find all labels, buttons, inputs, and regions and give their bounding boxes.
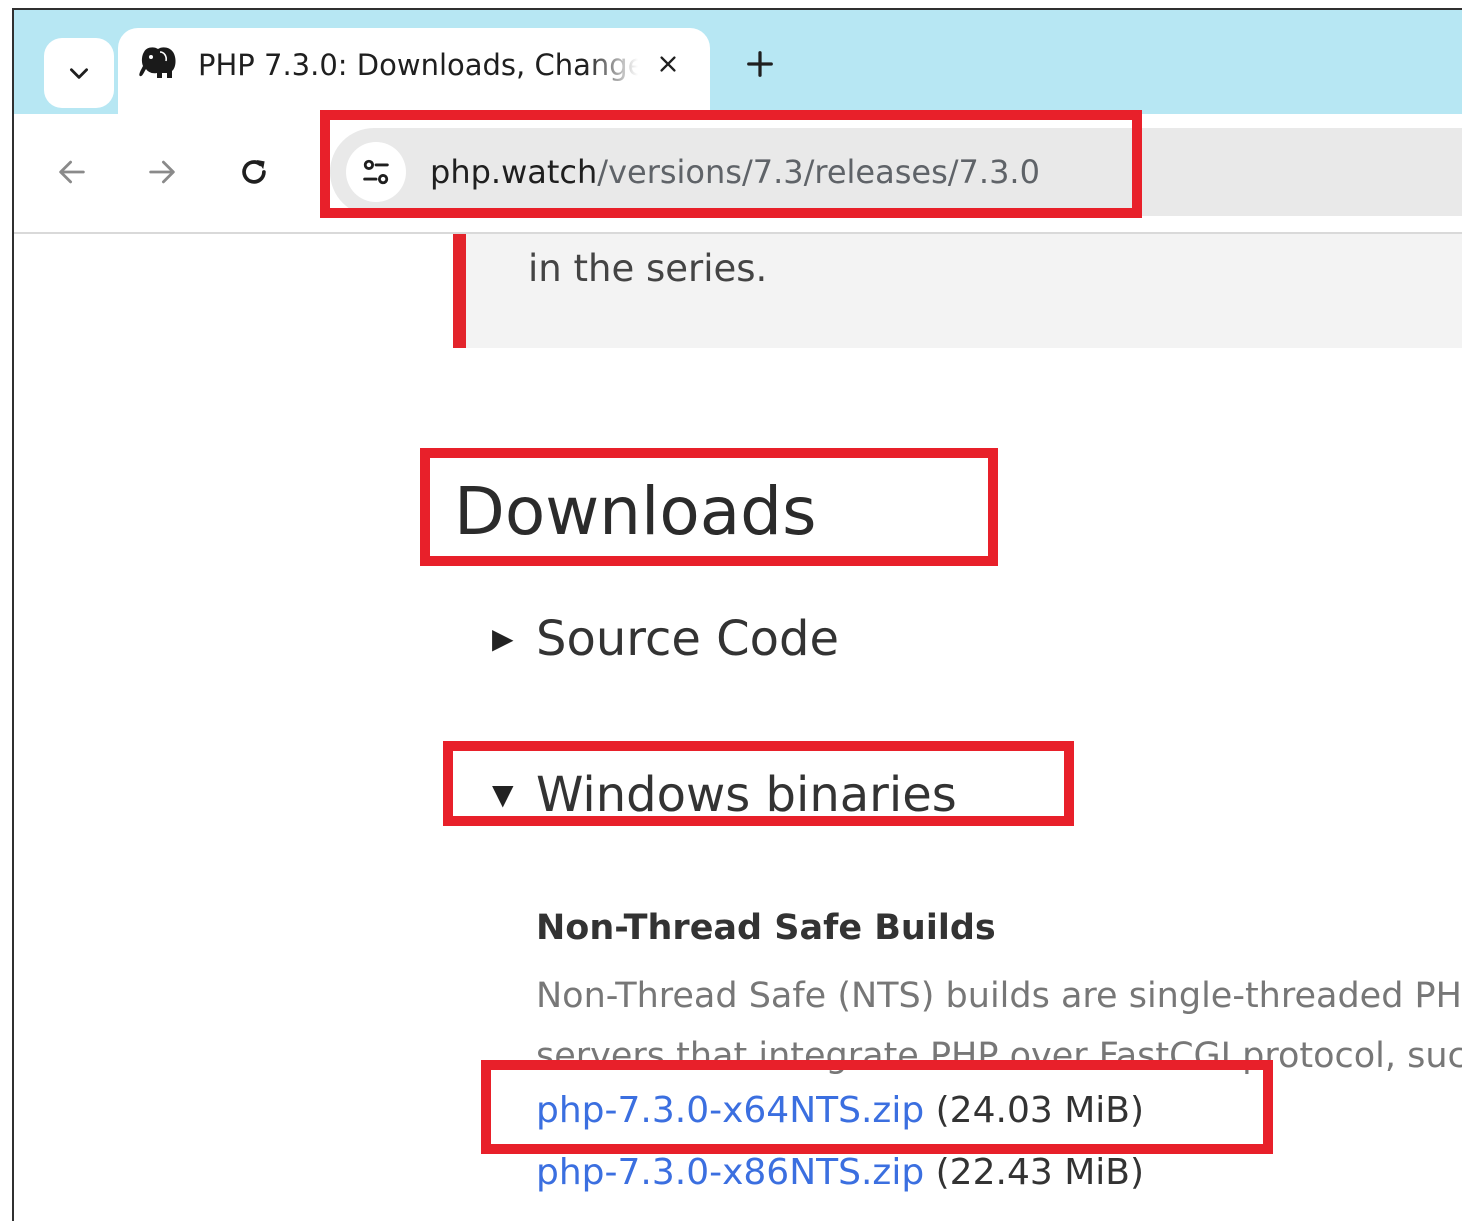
download-link-x64[interactable]: php-7.3.0-x64NTS.zip bbox=[536, 1090, 924, 1131]
new-tab-button[interactable] bbox=[738, 42, 782, 86]
page-content: in the series. Downloads ▶ Source Code ▼… bbox=[14, 234, 1462, 1221]
nts-builds-title: Non-Thread Safe Builds bbox=[536, 908, 996, 948]
arrow-left-icon bbox=[59, 160, 85, 184]
source-code-label: Source Code bbox=[536, 611, 839, 667]
tab-title: PHP 7.3.0: Downloads, Changelog bbox=[198, 48, 638, 82]
php-elephant-icon bbox=[139, 47, 176, 78]
triangle-right-icon: ▶ bbox=[492, 622, 514, 655]
download-link-x86[interactable]: php-7.3.0-x86NTS.zip bbox=[536, 1152, 924, 1193]
tab-search-button[interactable] bbox=[44, 38, 114, 108]
url-host: php.watch bbox=[430, 153, 598, 191]
source-code-toggle[interactable]: ▶ Source Code bbox=[492, 608, 839, 670]
window-border bbox=[12, 8, 1462, 10]
back-button[interactable] bbox=[46, 146, 98, 198]
tune-icon bbox=[363, 159, 389, 185]
reload-icon bbox=[242, 159, 266, 184]
nts-builds-description: Non-Thread Safe (NTS) builds are single-… bbox=[536, 966, 1462, 1086]
download-row-x64: php-7.3.0-x64NTS.zip (24.03 MiB) bbox=[536, 1086, 1144, 1136]
nts-description-line: Non-Thread Safe (NTS) builds are single-… bbox=[536, 976, 1462, 1016]
triangle-down-icon: ▼ bbox=[492, 778, 514, 811]
browser-toolbar: php.watch/versions/7.3/releases/7.3.0 bbox=[14, 114, 1462, 234]
address-bar[interactable]: php.watch/versions/7.3/releases/7.3.0 bbox=[330, 128, 1462, 216]
note-accent-bar bbox=[453, 234, 466, 348]
arrow-right-icon bbox=[149, 160, 175, 184]
windows-binaries-toggle[interactable]: ▼ Windows binaries bbox=[492, 764, 957, 826]
file-size-x86: (22.43 MiB) bbox=[935, 1152, 1144, 1193]
url-path: /versions/7.3/releases/7.3.0 bbox=[597, 153, 1040, 191]
page: PHP 7.3.0: Downloads, Changelog bbox=[0, 0, 1462, 1221]
file-size-x64: (24.03 MiB) bbox=[935, 1090, 1144, 1131]
note-text: in the series. bbox=[528, 247, 768, 290]
nts-description-line: servers that integrate PHP over FastCGI … bbox=[536, 1036, 1462, 1076]
note-callout: in the series. bbox=[453, 234, 1462, 348]
download-row-x86: php-7.3.0-x86NTS.zip (22.43 MiB) bbox=[536, 1148, 1144, 1198]
chevron-down-icon bbox=[70, 68, 88, 79]
reload-button[interactable] bbox=[228, 146, 280, 198]
tab-active[interactable]: PHP 7.3.0: Downloads, Changelog bbox=[118, 28, 710, 118]
close-icon bbox=[660, 56, 676, 72]
window-border bbox=[12, 8, 14, 1221]
windows-binaries-label: Windows binaries bbox=[536, 767, 957, 823]
plus-icon bbox=[747, 51, 773, 77]
site-info-button[interactable] bbox=[346, 142, 406, 202]
downloads-heading: Downloads bbox=[454, 473, 817, 550]
tab-close-button[interactable] bbox=[650, 46, 686, 82]
url-text[interactable]: php.watch/versions/7.3/releases/7.3.0 bbox=[430, 150, 1040, 194]
forward-button[interactable] bbox=[136, 146, 188, 198]
